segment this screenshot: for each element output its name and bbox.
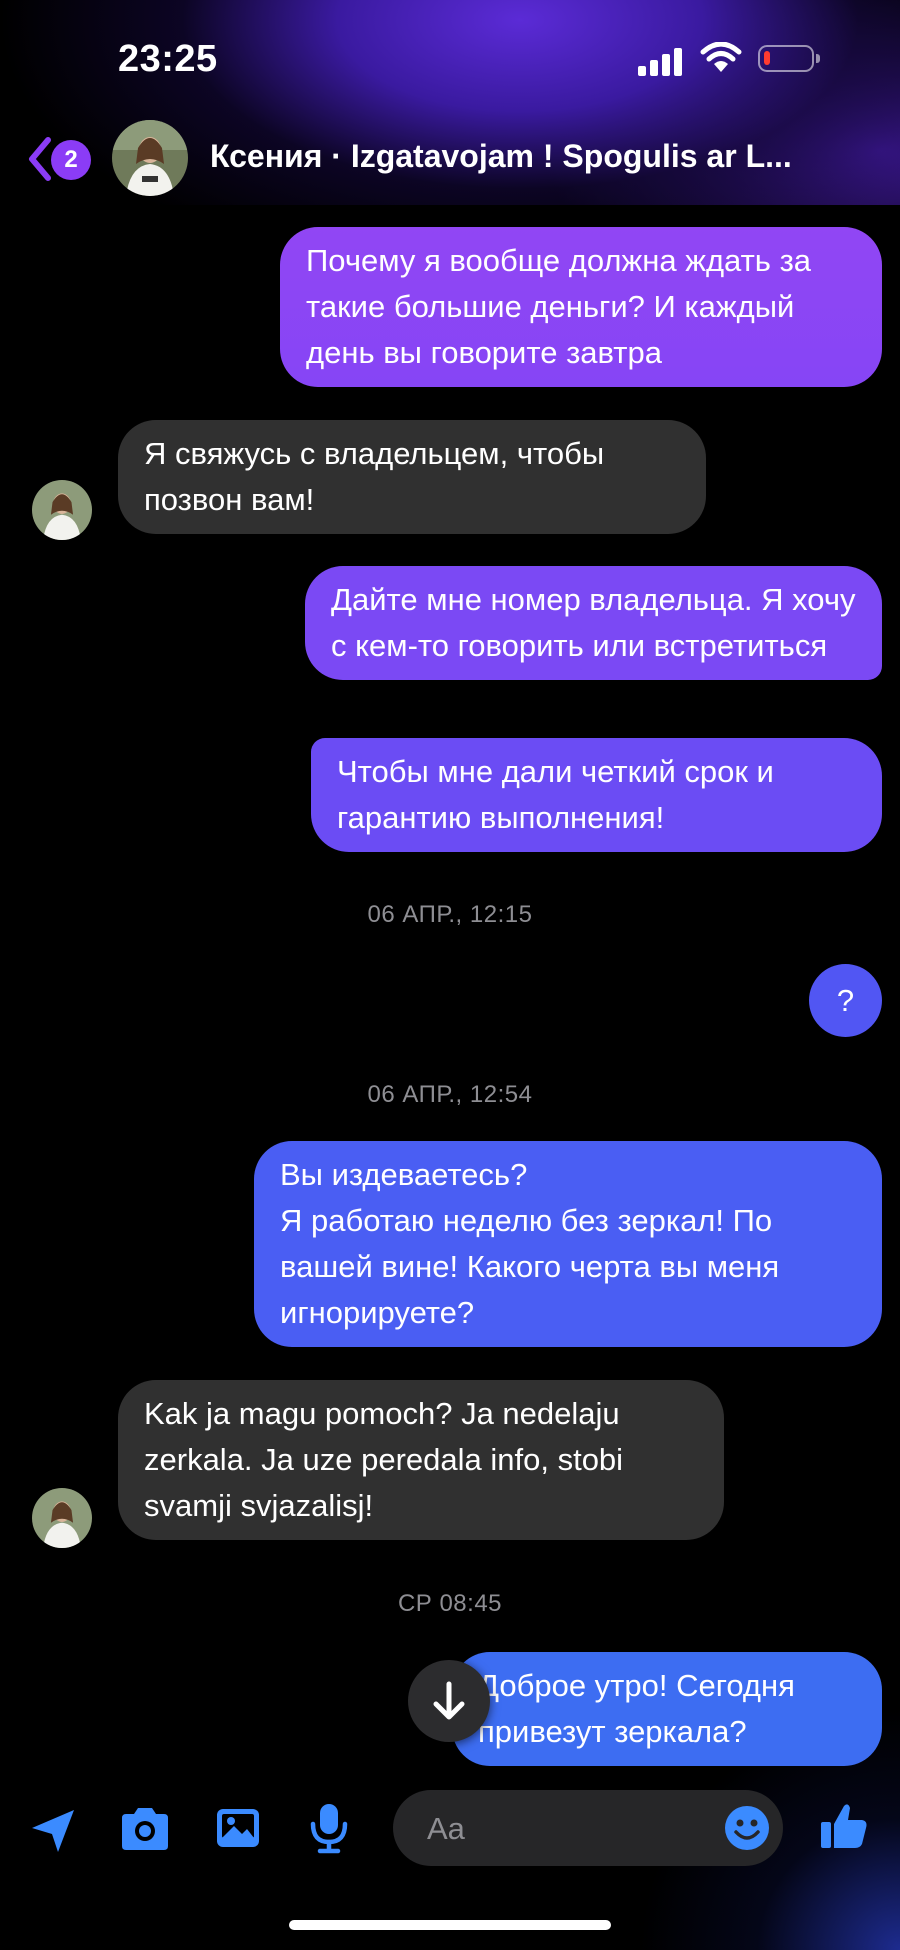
- timestamp: СР 08:45: [397, 1590, 503, 1617]
- message-composer: [0, 1780, 900, 1870]
- message-outgoing[interactable]: Вы издеваетесь? Я работаю неделю без зер…: [254, 1141, 882, 1347]
- contact-avatar-small[interactable]: [32, 480, 92, 540]
- thumbs-up-icon[interactable]: [818, 1800, 870, 1852]
- message-outgoing[interactable]: Чтобы мне дали четкий срок и гарантию вы…: [311, 738, 882, 852]
- message-outgoing[interactable]: Доброе утро! Сегодня привезут зеркала?: [452, 1652, 882, 1766]
- message-outgoing[interactable]: Дайте мне номер владельца. Я хочу с кем-…: [305, 566, 882, 680]
- timestamp: 06 АПР., 12:15: [367, 901, 533, 928]
- timestamp: 06 АПР., 12:54: [367, 1081, 533, 1108]
- unread-count-badge[interactable]: 2: [51, 140, 91, 180]
- message-input[interactable]: [425, 1790, 679, 1868]
- status-time: 23:25: [118, 38, 218, 80]
- message-outgoing[interactable]: Почему я вообще должна ждать за такие бо…: [280, 227, 882, 387]
- emoji-icon[interactable]: [723, 1804, 771, 1852]
- scroll-to-bottom-button[interactable]: [408, 1660, 490, 1742]
- conversation-title[interactable]: Ксения · Izgatavojam ! Spogulis ar L...: [210, 138, 870, 175]
- arrow-down-icon: [433, 1681, 465, 1720]
- contact-avatar[interactable]: [112, 120, 188, 196]
- message-input-container[interactable]: [393, 1790, 783, 1868]
- image-icon[interactable]: [214, 1804, 262, 1852]
- microphone-icon[interactable]: [308, 1802, 350, 1854]
- wifi-icon: [700, 42, 742, 72]
- message-incoming[interactable]: Kak ja magu pomoch? Ja nedelaju zerkala.…: [118, 1380, 724, 1540]
- location-arrow-icon[interactable]: [28, 1806, 78, 1856]
- conversation-header: 2 Ксения · Izgatavojam ! Spogulis ar L..…: [0, 118, 900, 200]
- message-outgoing[interactable]: ?: [809, 964, 882, 1037]
- message-incoming[interactable]: Я свяжусь с владельцем, чтобы позвон вам…: [118, 420, 706, 534]
- contact-avatar-small[interactable]: [32, 1488, 92, 1548]
- camera-icon[interactable]: [118, 1806, 172, 1852]
- cellular-signal-icon: [638, 46, 686, 76]
- status-bar: 23:25: [0, 0, 900, 120]
- battery-icon: [758, 45, 820, 72]
- home-indicator: [289, 1920, 611, 1930]
